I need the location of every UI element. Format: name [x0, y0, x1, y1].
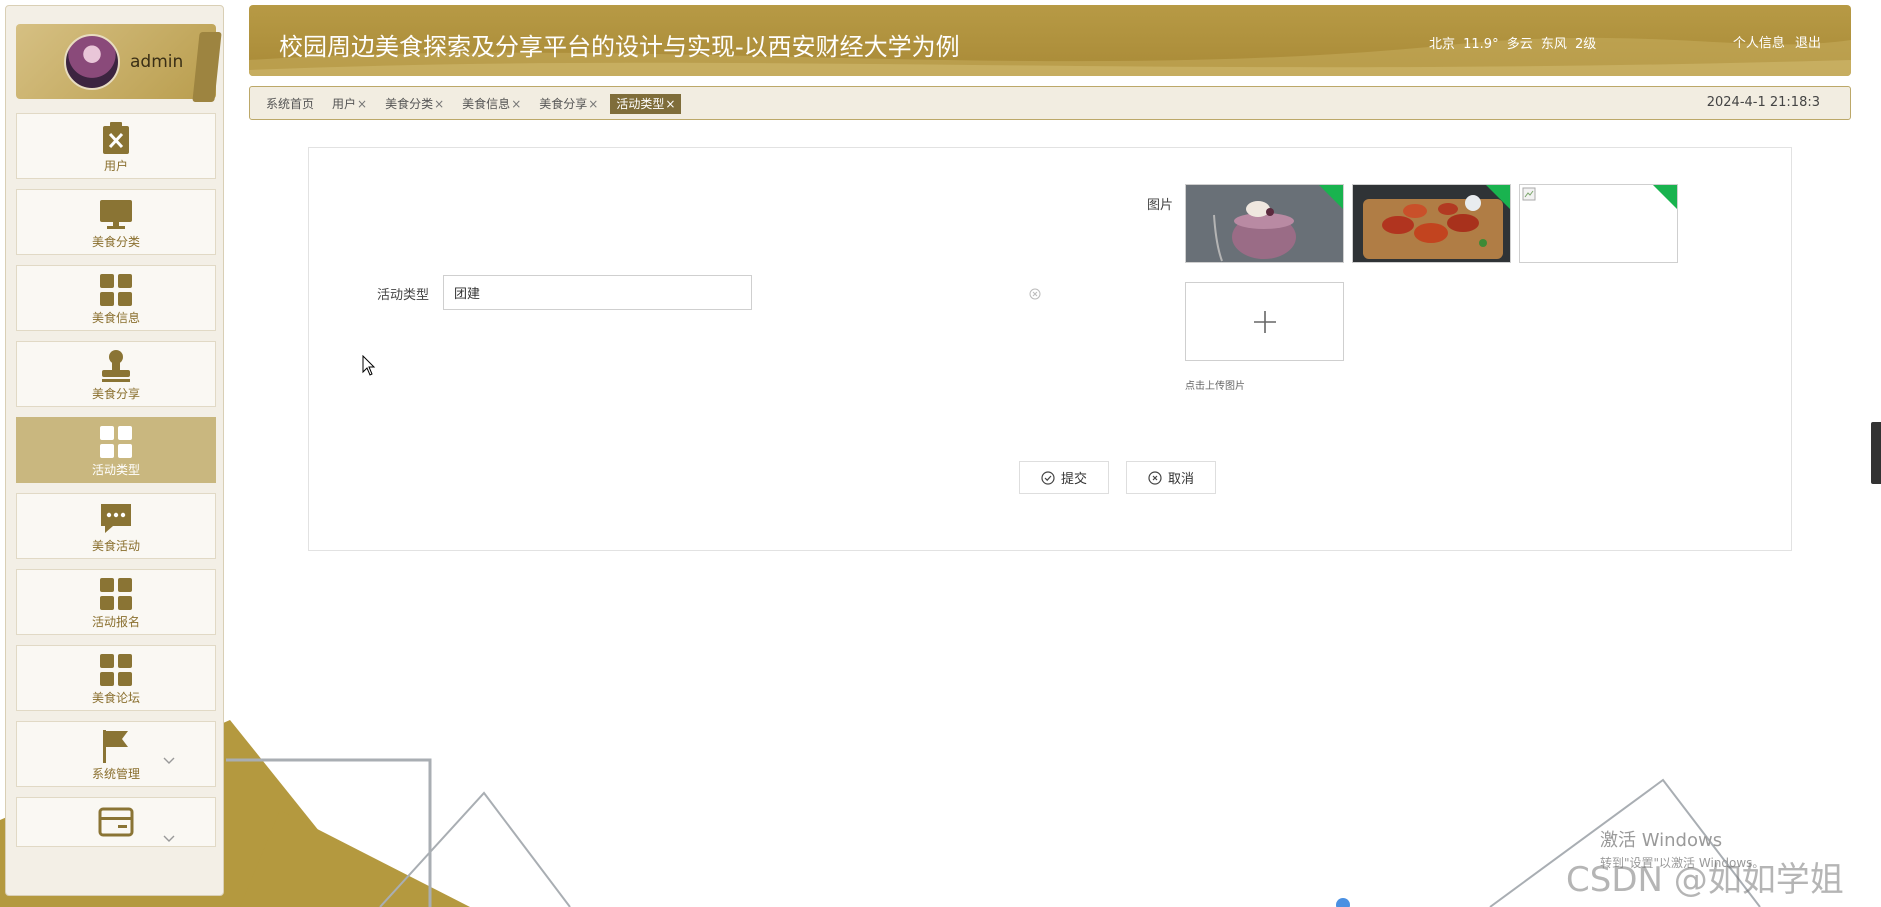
username: admin [130, 51, 184, 72]
card-icon [98, 804, 134, 840]
broken-image-icon [1522, 187, 1536, 201]
tab-label: 美食分类 [385, 97, 434, 111]
upload-tip: 点击上传图片 [1185, 381, 1245, 392]
activity-type-input[interactable] [443, 275, 752, 310]
tab-label: 系统首页 [266, 97, 315, 111]
sidebar-item-food-share[interactable]: 美食分享 [16, 341, 216, 407]
sidebar-item-label: 美食分类 [91, 235, 140, 249]
tab-home[interactable]: 系统首页 [260, 94, 320, 114]
sidebar-item-label: 美食活动 [91, 539, 140, 553]
tab-users[interactable]: 用户× [326, 94, 373, 114]
sidebar-item-users[interactable]: 用户 [16, 113, 216, 179]
logout-link[interactable]: 退出 [1795, 36, 1821, 51]
close-icon[interactable]: × [588, 97, 598, 111]
sidebar: admin 用户 美食分类 美食信息 美食分享 活动类型 美食活动 活动报名 美… [5, 5, 224, 896]
sidebar-item-system-management[interactable]: 系统管理 [16, 721, 216, 787]
grid-icon [98, 272, 134, 308]
profile-link[interactable]: 个人信息 [1733, 36, 1785, 51]
watermark: CSDN @如如学姐 [1566, 860, 1844, 900]
submit-label: 提交 [1060, 472, 1087, 487]
chevron-down-icon [163, 828, 175, 847]
sidebar-item-label: 用户 [103, 159, 128, 173]
submit-button[interactable]: 提交 [1019, 461, 1109, 494]
cancel-label: 取消 [1167, 472, 1194, 487]
close-icon[interactable]: × [511, 97, 521, 111]
tab-food-category[interactable]: 美食分类× [379, 94, 450, 114]
tab-food-info[interactable]: 美食信息× [456, 94, 527, 114]
sidebar-item-activity-type[interactable]: 活动类型 [16, 417, 216, 483]
activity-type-label: 活动类型 [377, 288, 430, 303]
tab-label: 用户 [332, 97, 357, 111]
sidebar-item-activity-signup[interactable]: 活动报名 [16, 569, 216, 635]
sidebar-item-label: 活动报名 [91, 615, 140, 629]
sidebar-item-food-activity[interactable]: 美食活动 [16, 493, 216, 559]
close-icon[interactable]: × [357, 97, 367, 111]
close-icon[interactable]: × [434, 97, 444, 111]
tab-bar: 系统首页 用户× 美食分类× 美食信息× 美食分享× 活动类型× 2024-4-… [249, 86, 1851, 120]
close-icon[interactable]: × [665, 97, 675, 111]
activation-title: 激活 Windows [1600, 830, 1723, 851]
image-thumb-broken[interactable] [1519, 184, 1678, 263]
user-card-flap [192, 32, 222, 102]
x-circle-icon [1148, 470, 1162, 485]
side-panel-handle[interactable] [1871, 422, 1881, 484]
plus-icon [1253, 310, 1276, 333]
weather-info: 北京 11.9° 多云 东风 2级 [1429, 37, 1597, 52]
tab-label: 美食分享 [539, 97, 588, 111]
chat-bubble-icon [98, 500, 134, 536]
chevron-down-icon [163, 750, 175, 769]
user-card[interactable]: admin [16, 24, 222, 102]
image-badge [1319, 185, 1343, 209]
sidebar-item-label: 美食分享 [91, 387, 140, 401]
sidebar-item-label: 美食信息 [91, 311, 140, 325]
tab-food-share[interactable]: 美食分享× [533, 94, 604, 114]
sidebar-item-label: 系统管理 [91, 767, 140, 781]
image-thumb-dessert[interactable] [1185, 184, 1344, 263]
cancel-button[interactable]: 取消 [1126, 461, 1216, 494]
grid-icon [98, 424, 134, 460]
sidebar-item-more[interactable] [16, 797, 216, 847]
monitor-icon [98, 196, 134, 232]
tab-label: 美食信息 [462, 97, 511, 111]
tab-activity-type[interactable]: 活动类型× [610, 94, 682, 114]
header-links: 个人信息 退出 [1727, 32, 1821, 51]
image-badge [1486, 185, 1510, 209]
image-thumb-wings[interactable] [1352, 184, 1511, 263]
stamp-icon [98, 348, 134, 384]
flag-icon [98, 728, 134, 764]
tab-label: 活动类型 [616, 97, 665, 111]
mouse-cursor-icon [362, 355, 376, 376]
sidebar-item-food-forum[interactable]: 美食论坛 [16, 645, 216, 711]
sidebar-item-food-category[interactable]: 美食分类 [16, 189, 216, 255]
datetime: 2024-4-1 21:18:3 [1706, 95, 1820, 110]
form-panel: 活动类型 图片 [308, 147, 1792, 551]
avatar [64, 33, 120, 90]
sidebar-item-label: 活动类型 [91, 463, 140, 477]
image-badge [1653, 185, 1677, 209]
tab-list: 系统首页 用户× 美食分类× 美食信息× 美食分享× 活动类型× [260, 94, 687, 114]
sidebar-item-label: 美食论坛 [91, 691, 140, 705]
upload-image-button[interactable] [1185, 282, 1344, 361]
check-circle-icon [1041, 470, 1055, 485]
grid-icon [98, 576, 134, 612]
clear-icon[interactable] [1029, 285, 1041, 300]
sidebar-item-food-info[interactable]: 美食信息 [16, 265, 216, 331]
clipboard-x-icon [98, 120, 134, 156]
app-header: 校园周边美食探索及分享平台的设计与实现-以西安财经大学为例 北京 11.9° 多… [249, 5, 1851, 76]
image-label: 图片 [1147, 198, 1174, 213]
grid-icon [98, 652, 134, 688]
app-title: 校园周边美食探索及分享平台的设计与实现-以西安财经大学为例 [279, 33, 960, 61]
